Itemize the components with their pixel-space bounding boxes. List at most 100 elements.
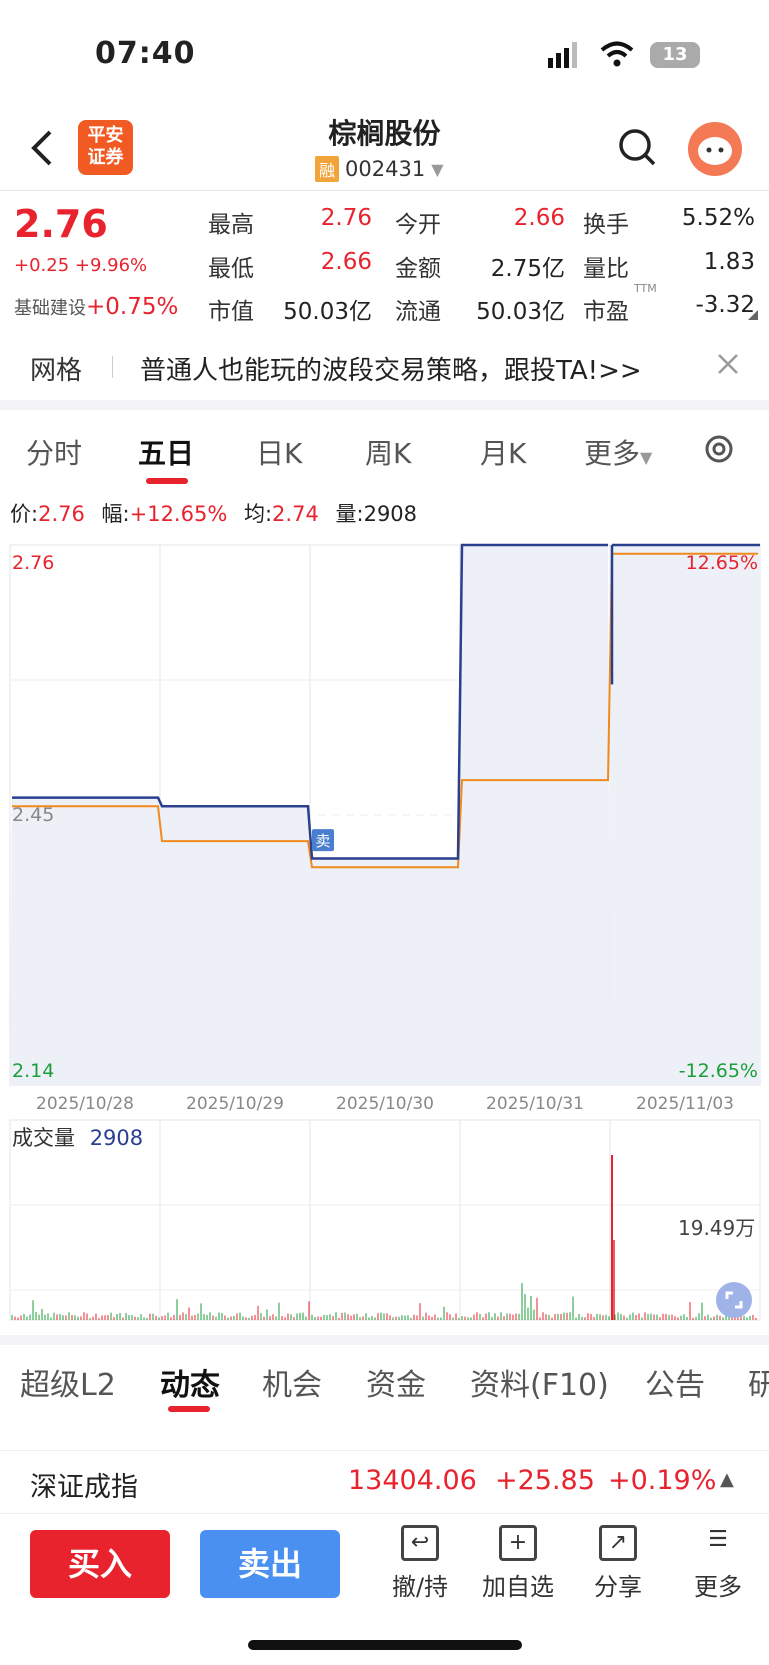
info-avg-label: 均:: [243, 502, 273, 526]
stock-code: 002431: [345, 157, 426, 181]
signal-icon: [548, 42, 580, 68]
tab-monthly-k[interactable]: 月K: [480, 432, 526, 472]
info-price-label: 价:: [10, 502, 39, 526]
caret-down-icon: ▼: [640, 448, 653, 467]
stock-code-selector[interactable]: 融 002431 ▼: [315, 156, 444, 182]
plus-icon: +: [499, 1525, 537, 1561]
sell-button[interactable]: 卖出: [200, 1530, 340, 1598]
current-price: 2.76: [14, 202, 108, 246]
quote-value: 1.83: [703, 249, 755, 275]
index-ticker[interactable]: 深证成指 13404.06 +25.85 +0.19% ▲: [0, 1450, 769, 1514]
sector-label: 基础建设: [14, 298, 86, 319]
sector-row[interactable]: 基础建设+0.75%: [14, 294, 178, 320]
tab-weekly-k[interactable]: 周K: [365, 432, 411, 472]
share-icon: ↗: [599, 1525, 637, 1561]
battery-icon: 13: [650, 42, 700, 68]
expand-corner-icon[interactable]: [748, 310, 758, 320]
fullscreen-icon[interactable]: [716, 1282, 752, 1318]
tab-opportunity[interactable]: 机会: [262, 1360, 322, 1404]
price-chart[interactable]: 2.76 2.45 2.14 12.65% -12.65% 2025/10/28 2025/…: [0, 535, 769, 1115]
x-tick-label: 2025/10/29: [186, 1094, 284, 1114]
quote-value: 50.03亿: [476, 299, 565, 325]
volume-max-label: 19.49万: [678, 1216, 756, 1240]
quote-value: 5.52%: [681, 205, 755, 231]
menu-icon: ☰: [708, 1527, 728, 1552]
share-button[interactable]: ↗ 分享: [578, 1525, 658, 1602]
buy-button[interactable]: 买入: [30, 1530, 170, 1598]
banner-divider: [112, 356, 113, 378]
last-day-area: [610, 545, 760, 1085]
info-amp-label: 幅:: [101, 502, 130, 526]
info-vol: 2908: [363, 502, 418, 526]
assistant-avatar[interactable]: [688, 122, 742, 176]
battery-level: 13: [662, 44, 688, 65]
right-tick-label: 12.65%: [686, 552, 758, 574]
cancel-hold-button[interactable]: ↩ 撤/持: [380, 1525, 460, 1602]
close-icon[interactable]: [716, 352, 740, 380]
y-tick-label: 2.14: [12, 1060, 54, 1082]
info-amp: +12.65%: [129, 502, 228, 526]
banner-text: 普通人也能玩的波段交易策略，跟投TA!>>: [140, 356, 642, 386]
tab-five-day[interactable]: 五日: [138, 432, 194, 472]
tab-research[interactable]: 研: [748, 1360, 769, 1404]
quote-label: 流通: [395, 299, 441, 325]
info-avg: 2.74: [272, 502, 319, 526]
chevron-down-icon: ▼: [431, 159, 444, 179]
sell-marker-label: 卖: [315, 832, 330, 850]
index-pct: +0.19%: [608, 1465, 717, 1496]
tab-super-l2[interactable]: 超级L2: [20, 1360, 116, 1404]
caret-up-icon[interactable]: ▲: [720, 1469, 734, 1490]
more-label: 更多: [694, 1573, 742, 1601]
quote-label: 最高: [208, 212, 254, 238]
quote-value: -3.32: [695, 292, 755, 318]
tab-more[interactable]: 更多▼: [584, 432, 652, 472]
wifi-icon: [600, 40, 634, 72]
share-label: 分享: [594, 1573, 642, 1601]
tab-announcement[interactable]: 公告: [645, 1360, 705, 1404]
banner-label: 网格: [30, 356, 83, 386]
quote-value: 50.03亿: [283, 299, 372, 325]
tab-intraday[interactable]: 分时: [26, 432, 82, 472]
undo-icon: ↩: [401, 1525, 439, 1561]
index-name: 深证成指: [30, 1472, 138, 1503]
chart-tabs: 分时 五日 日K 周K 月K 更多▼: [0, 400, 769, 490]
pe-ttm-label: TTM: [634, 282, 657, 295]
sector-change: +0.75%: [86, 294, 179, 320]
status-time: 07:40: [95, 36, 196, 71]
tab-funds[interactable]: 资金: [366, 1360, 426, 1404]
tab-f10[interactable]: 资料(F10): [470, 1360, 609, 1404]
quote-value: 2.76: [320, 205, 372, 231]
y-tick-label: 2.45: [12, 804, 54, 826]
right-tick-label: -12.65%: [679, 1060, 758, 1082]
add-watchlist-button[interactable]: + 加自选: [478, 1525, 558, 1602]
x-tick-label: 2025/10/30: [336, 1094, 434, 1114]
quote-value: 2.75亿: [490, 256, 565, 282]
margin-badge: 融: [315, 156, 340, 182]
volume-value: 2908: [89, 1126, 144, 1150]
tab-more-label: 更多: [584, 437, 641, 470]
gear-icon[interactable]: [702, 432, 736, 470]
quote-label: 最低: [208, 256, 254, 282]
quote-label: 市盈: [583, 299, 629, 325]
quote-label: 换手: [583, 212, 629, 238]
add-watchlist-label: 加自选: [482, 1573, 554, 1601]
quote-label: 今开: [395, 212, 441, 238]
price-change: +0.25 +9.96%: [14, 255, 148, 276]
quote-label: 金额: [395, 256, 441, 282]
more-button[interactable]: ☰ 更多: [678, 1525, 758, 1602]
info-price: 2.76: [38, 502, 85, 526]
index-value: 13404.06: [348, 1465, 477, 1496]
cancel-hold-label: 撤/持: [391, 1573, 449, 1601]
x-tick-label: 2025/10/28: [36, 1094, 134, 1114]
home-indicator: [248, 1640, 522, 1650]
quote-label: 市值: [208, 299, 254, 325]
quote-label: 量比: [583, 256, 629, 282]
tab-daily-k[interactable]: 日K: [256, 432, 302, 472]
section-separator: [0, 1335, 769, 1345]
promo-banner[interactable]: 网格 普通人也能玩的波段交易策略，跟投TA!>>: [0, 330, 769, 400]
volume-label: 成交量: [12, 1126, 75, 1150]
volume-header: 成交量 2908: [12, 1122, 143, 1152]
tab-news[interactable]: 动态: [160, 1360, 220, 1404]
search-icon[interactable]: [618, 128, 658, 172]
y-tick-label: 2.76: [12, 552, 54, 574]
